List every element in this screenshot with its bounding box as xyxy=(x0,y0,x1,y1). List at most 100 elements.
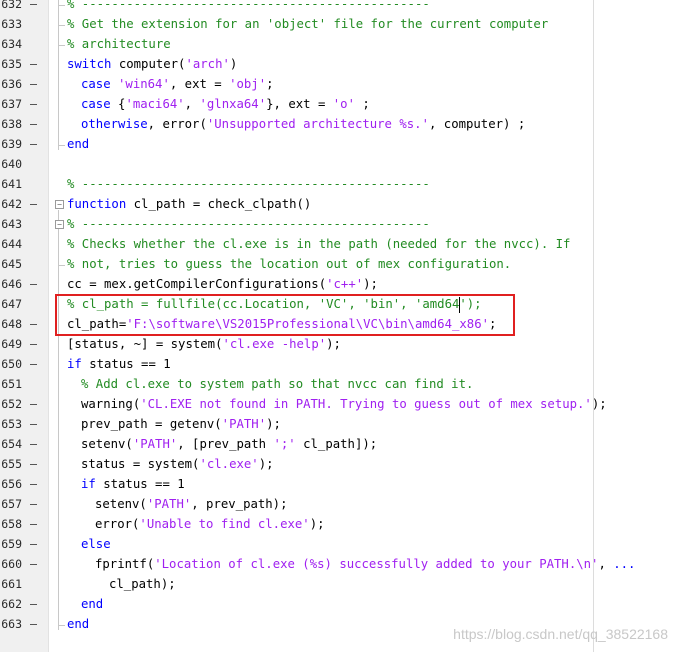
code-line[interactable]: 658 error('Unable to find cl.exe'); xyxy=(0,514,678,534)
code-line[interactable]: 649 [status, ~] = system('cl.exe -help'); xyxy=(0,334,678,354)
code-line[interactable]: 655 status = system('cl.exe'); xyxy=(0,454,678,474)
breakpoint-marker[interactable] xyxy=(30,324,37,325)
code-text[interactable]: warning('CL.EXE not found in PATH. Tryin… xyxy=(81,394,607,414)
line-number: 654 xyxy=(1,437,22,451)
code-text[interactable]: % not, tries to guess the location out o… xyxy=(67,254,511,274)
code-text[interactable]: setenv('PATH', [prev_path ';' cl_path]); xyxy=(81,434,377,454)
code-text[interactable]: % --------------------------------------… xyxy=(67,0,430,14)
line-number: 636 xyxy=(1,77,22,91)
breakpoint-marker[interactable] xyxy=(30,624,37,625)
code-line[interactable]: 638 otherwise, error('Unsupported archite… xyxy=(0,114,678,134)
code-line[interactable]: 653 prev_path = getenv('PATH'); xyxy=(0,414,678,434)
code-line[interactable]: 656 if status == 1 xyxy=(0,474,678,494)
code-line[interactable]: 632 % -----------------------------------… xyxy=(0,0,678,14)
code-token: status == 1 xyxy=(95,477,185,491)
string-token: 'maci64' xyxy=(125,97,185,111)
code-line[interactable]: 657 setenv('PATH', prev_path); xyxy=(0,494,678,514)
code-text[interactable]: cc = mex.getCompilerConfigurations('c++'… xyxy=(67,274,378,294)
code-text[interactable]: cl_path); xyxy=(109,574,176,594)
code-token: status = system( xyxy=(81,457,200,471)
code-text[interactable]: else xyxy=(81,534,111,554)
code-text[interactable]: % --------------------------------------… xyxy=(67,214,430,234)
code-text[interactable]: [status, ~] = system('cl.exe -help'); xyxy=(67,334,341,354)
code-text[interactable]: case {'maci64', 'glnxa64'}, ext = 'o' ; xyxy=(81,94,370,114)
breakpoint-marker[interactable] xyxy=(30,444,37,445)
breakpoint-marker[interactable] xyxy=(30,124,37,125)
code-line[interactable]: 636 case 'win64', ext = 'obj'; xyxy=(0,74,678,94)
string-token: 'o' xyxy=(332,97,355,111)
code-line[interactable]: 635 switch computer('arch') xyxy=(0,54,678,74)
code-text[interactable]: function cl_path = check_clpath() xyxy=(67,194,311,214)
code-text[interactable]: end xyxy=(67,614,89,634)
breakpoint-marker[interactable] xyxy=(30,4,37,5)
code-line[interactable]: 661 cl_path); xyxy=(0,574,678,594)
code-line[interactable]: 642 − function cl_path = check_clpath() xyxy=(0,194,678,214)
code-line[interactable]: 660 fprintf('Location of cl.exe (%s) succ… xyxy=(0,554,678,574)
fold-toggle-icon[interactable]: − xyxy=(55,200,64,209)
breakpoint-marker[interactable] xyxy=(30,84,37,85)
code-line[interactable]: 659 else xyxy=(0,534,678,554)
code-line[interactable]: 634 % architecture xyxy=(0,34,678,54)
code-line[interactable]: 654 setenv('PATH', [prev_path ';' cl_path… xyxy=(0,434,678,454)
breakpoint-marker[interactable] xyxy=(30,464,37,465)
code-line[interactable]: 637 case {'maci64', 'glnxa64'}, ext = 'o'… xyxy=(0,94,678,114)
code-token: error( xyxy=(95,517,140,531)
code-text[interactable]: otherwise, error('Unsupported architectu… xyxy=(81,114,525,134)
breakpoint-marker[interactable] xyxy=(30,364,37,365)
breakpoint-marker[interactable] xyxy=(30,64,37,65)
code-token: ); xyxy=(258,457,274,471)
code-line[interactable]: 650 if status == 1 xyxy=(0,354,678,374)
breakpoint-marker[interactable] xyxy=(30,604,37,605)
code-text[interactable]: % --------------------------------------… xyxy=(67,174,430,194)
breakpoint-marker[interactable] xyxy=(30,564,37,565)
code-line[interactable]: 651 % Add cl.exe to system path so that n… xyxy=(0,374,678,394)
code-text[interactable]: prev_path = getenv('PATH'); xyxy=(81,414,281,434)
code-text[interactable]: error('Unable to find cl.exe'); xyxy=(95,514,325,534)
code-line[interactable]: 640 xyxy=(0,154,678,174)
breakpoint-marker[interactable] xyxy=(30,424,37,425)
line-number: 637 xyxy=(1,97,22,111)
code-text[interactable]: % Get the extension for an 'object' file… xyxy=(67,14,548,34)
code-text[interactable]: status = system('cl.exe'); xyxy=(81,454,274,474)
code-line[interactable]: 652 warning('CL.EXE not found in PATH. Tr… xyxy=(0,394,678,414)
code-text[interactable]: case 'win64', ext = 'obj'; xyxy=(81,74,274,94)
code-text[interactable]: end xyxy=(67,134,89,154)
breakpoint-marker[interactable] xyxy=(30,484,37,485)
line-number: 633 xyxy=(1,17,22,31)
code-line[interactable]: 641 % -----------------------------------… xyxy=(0,174,678,194)
fold-end-marker xyxy=(58,134,65,146)
breakpoint-marker[interactable] xyxy=(30,504,37,505)
code-text[interactable]: % Checks whether the cl.exe is in the pa… xyxy=(67,234,570,254)
breakpoint-marker[interactable] xyxy=(30,144,37,145)
breakpoint-marker[interactable] xyxy=(30,524,37,525)
breakpoint-marker[interactable] xyxy=(30,204,37,205)
code-text[interactable]: fprintf('Location of cl.exe (%s) success… xyxy=(95,554,635,574)
code-text[interactable]: % Add cl.exe to system path so that nvcc… xyxy=(81,374,473,394)
breakpoint-marker[interactable] xyxy=(30,544,37,545)
code-line[interactable]: 643 −% ----------------------------------… xyxy=(0,214,678,234)
string-token: 'glnxa64' xyxy=(199,97,267,111)
code-token: setenv( xyxy=(81,437,133,451)
code-text[interactable]: setenv('PATH', prev_path); xyxy=(95,494,288,514)
code-line[interactable]: 662 end xyxy=(0,594,678,614)
code-line[interactable]: 639 end xyxy=(0,134,678,154)
line-number: 649 xyxy=(1,337,22,351)
code-line[interactable]: 633 % Get the extension for an 'object' f… xyxy=(0,14,678,34)
code-text[interactable]: switch computer('arch') xyxy=(67,54,237,74)
code-text[interactable]: % architecture xyxy=(67,34,171,54)
code-line[interactable]: 645 % not, tries to guess the location ou… xyxy=(0,254,678,274)
line-number: 656 xyxy=(1,477,22,491)
breakpoint-marker[interactable] xyxy=(30,404,37,405)
code-line[interactable]: 644 % Checks whether the cl.exe is in the… xyxy=(0,234,678,254)
code-editor[interactable]: 632 % -----------------------------------… xyxy=(0,0,678,652)
code-text[interactable]: if status == 1 xyxy=(81,474,185,494)
code-text[interactable]: if status == 1 xyxy=(67,354,171,374)
breakpoint-marker[interactable] xyxy=(30,344,37,345)
keyword-token: else xyxy=(81,537,111,551)
fold-toggle-icon[interactable]: − xyxy=(55,220,64,229)
code-line[interactable]: 646 cc = mex.getCompilerConfigurations('c… xyxy=(0,274,678,294)
breakpoint-marker[interactable] xyxy=(30,284,37,285)
breakpoint-marker[interactable] xyxy=(30,104,37,105)
code-text[interactable]: end xyxy=(81,594,103,614)
